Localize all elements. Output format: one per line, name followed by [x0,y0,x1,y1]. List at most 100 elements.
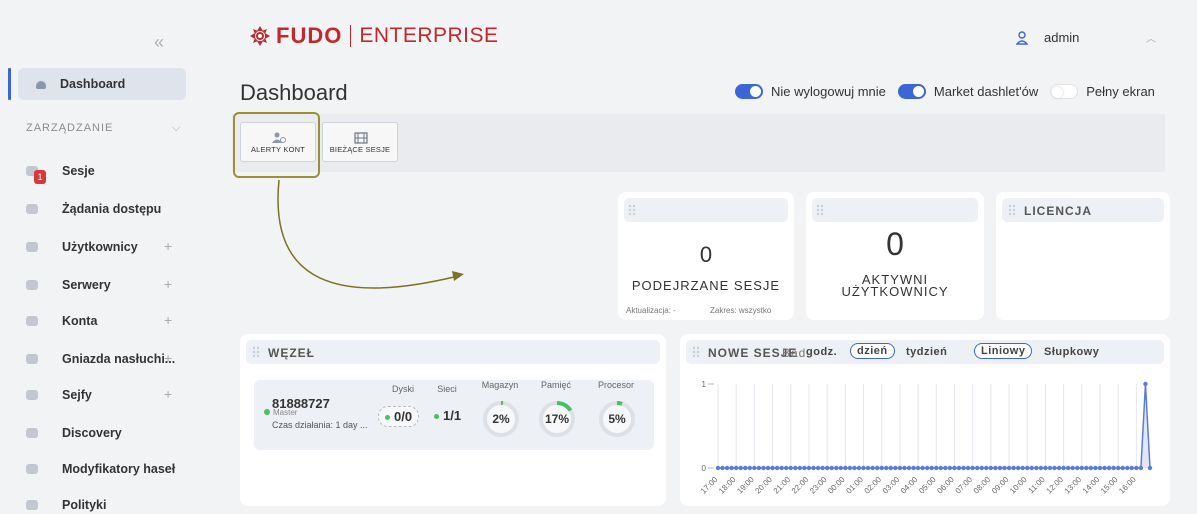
data-point [784,465,789,471]
data-point [802,465,807,471]
drag-handle-icon[interactable] [252,346,260,358]
data-point [738,465,743,471]
sidebar-item-label: Konta [62,314,98,328]
card-header[interactable]: LICENCJA [1002,198,1164,222]
card-header[interactable]: NOWE SESJE Bad godz. dzień tydzień Linio… [686,340,1164,364]
x-tick-label: 19:00 [735,475,756,496]
data-point [743,465,748,471]
data-point [756,465,762,471]
card-header[interactable]: WĘZEŁ [246,340,660,364]
range-hour-option[interactable]: godz. [806,346,837,358]
access-request-icon [26,204,38,214]
data-point [1129,465,1135,471]
new-sessions-card: NOWE SESJE Bad godz. dzień tydzień Linio… [680,334,1170,506]
data-point [938,465,944,471]
add-icon[interactable]: + [164,238,172,254]
data-point [1093,465,1098,471]
data-point [975,465,980,471]
chart-type-bar-option[interactable]: Słupkowy [1044,346,1099,358]
data-point [1056,465,1062,471]
x-tick-label: 18:00 [717,475,738,496]
data-point [834,465,839,471]
section-label: ZARZĄDZANIE [26,122,114,134]
data-point [1134,465,1139,471]
sidebar-item-label: Polityki [62,498,107,512]
data-point [915,465,921,471]
policies-icon [26,500,38,510]
data-point [747,465,753,471]
x-tick-label: 21:00 [772,475,793,496]
card-header[interactable] [812,198,978,222]
drag-handle-icon[interactable] [1008,204,1016,216]
drag-handle-icon[interactable] [628,204,636,216]
data-point [979,465,984,471]
data-point [1070,465,1075,471]
range-day-option[interactable]: dzień [850,343,895,359]
card-header[interactable] [624,198,788,222]
add-icon[interactable]: + [164,276,172,292]
data-point [765,465,771,471]
sidebar-item-2[interactable]: Użytkownicy + [26,238,196,258]
sidebar-item-1[interactable]: Żądania dostępu [26,200,196,220]
x-tick-label: 03:00 [881,475,902,496]
data-point [820,465,825,471]
data-point [1102,465,1107,471]
data-point [897,465,903,471]
series-line [718,383,1151,469]
x-tick-label: 23:00 [808,475,829,496]
data-point [952,465,957,471]
drag-handle-icon[interactable] [692,346,700,358]
node-row[interactable]: 81888727 Master Czas działania: 1 day ..… [254,380,654,450]
data-point [1147,465,1153,471]
sidebar-item-0[interactable]: Sesje [26,162,196,182]
data-point [1097,465,1103,471]
sidebar-item-7[interactable]: Discovery [26,424,196,444]
accounts-icon [26,316,38,326]
chevron-down-icon[interactable]: ⌵ [172,122,180,135]
data-point [988,465,994,471]
x-tick-label: 10:00 [1008,475,1029,496]
x-tick-label: 20:00 [753,475,774,496]
license-card: LICENCJA [996,192,1170,320]
x-tick-label: 04:00 [899,475,920,496]
data-point [729,465,734,471]
data-point [806,465,812,471]
x-tick-label: 08:00 [972,475,993,496]
discovery-icon [26,428,38,438]
node-role: Master [264,408,297,417]
chart-type-line-option[interactable]: Liniowy [974,343,1033,359]
data-point [1025,465,1030,471]
sidebar-item-4[interactable]: Konta + [26,312,196,332]
sidebar-item-dashboard[interactable]: Dashboard [18,68,186,100]
add-icon[interactable]: + [164,312,172,328]
data-point [893,465,898,471]
data-point [724,465,730,471]
overlap-label: Bad [782,346,807,360]
sidebar-item-6[interactable]: Sejfy + [26,386,196,406]
node-role-text: Master [273,408,298,417]
x-tick-label: 07:00 [954,475,975,496]
data-point [965,465,971,471]
sidebar-item-8[interactable]: Modyfikatory haseł [26,460,196,480]
data-point [1088,465,1094,471]
data-point [865,465,871,471]
add-icon[interactable]: + [164,350,172,366]
data-point [788,465,793,471]
data-point [906,465,912,471]
data-point [1052,465,1057,471]
data-point [911,465,916,471]
data-point [997,465,1003,471]
data-point [752,465,757,471]
sidebar-item-9[interactable]: Polityki [26,496,196,514]
updated-text: Aktualizacja: - [626,306,676,315]
sidebar-item-3[interactable]: Serwery + [26,276,196,296]
drag-handle-icon[interactable] [816,204,824,216]
cpu-label: Procesor [597,380,634,390]
data-point [984,465,989,471]
range-week-option[interactable]: tydzień [906,346,947,358]
sidebar-item-5[interactable]: Gniazda nasłuchi... + [26,350,196,370]
collapse-sidebar-icon[interactable]: « [154,32,164,53]
data-point [856,465,862,471]
disks-label: Dyski [392,384,414,394]
add-icon[interactable]: + [164,386,172,402]
